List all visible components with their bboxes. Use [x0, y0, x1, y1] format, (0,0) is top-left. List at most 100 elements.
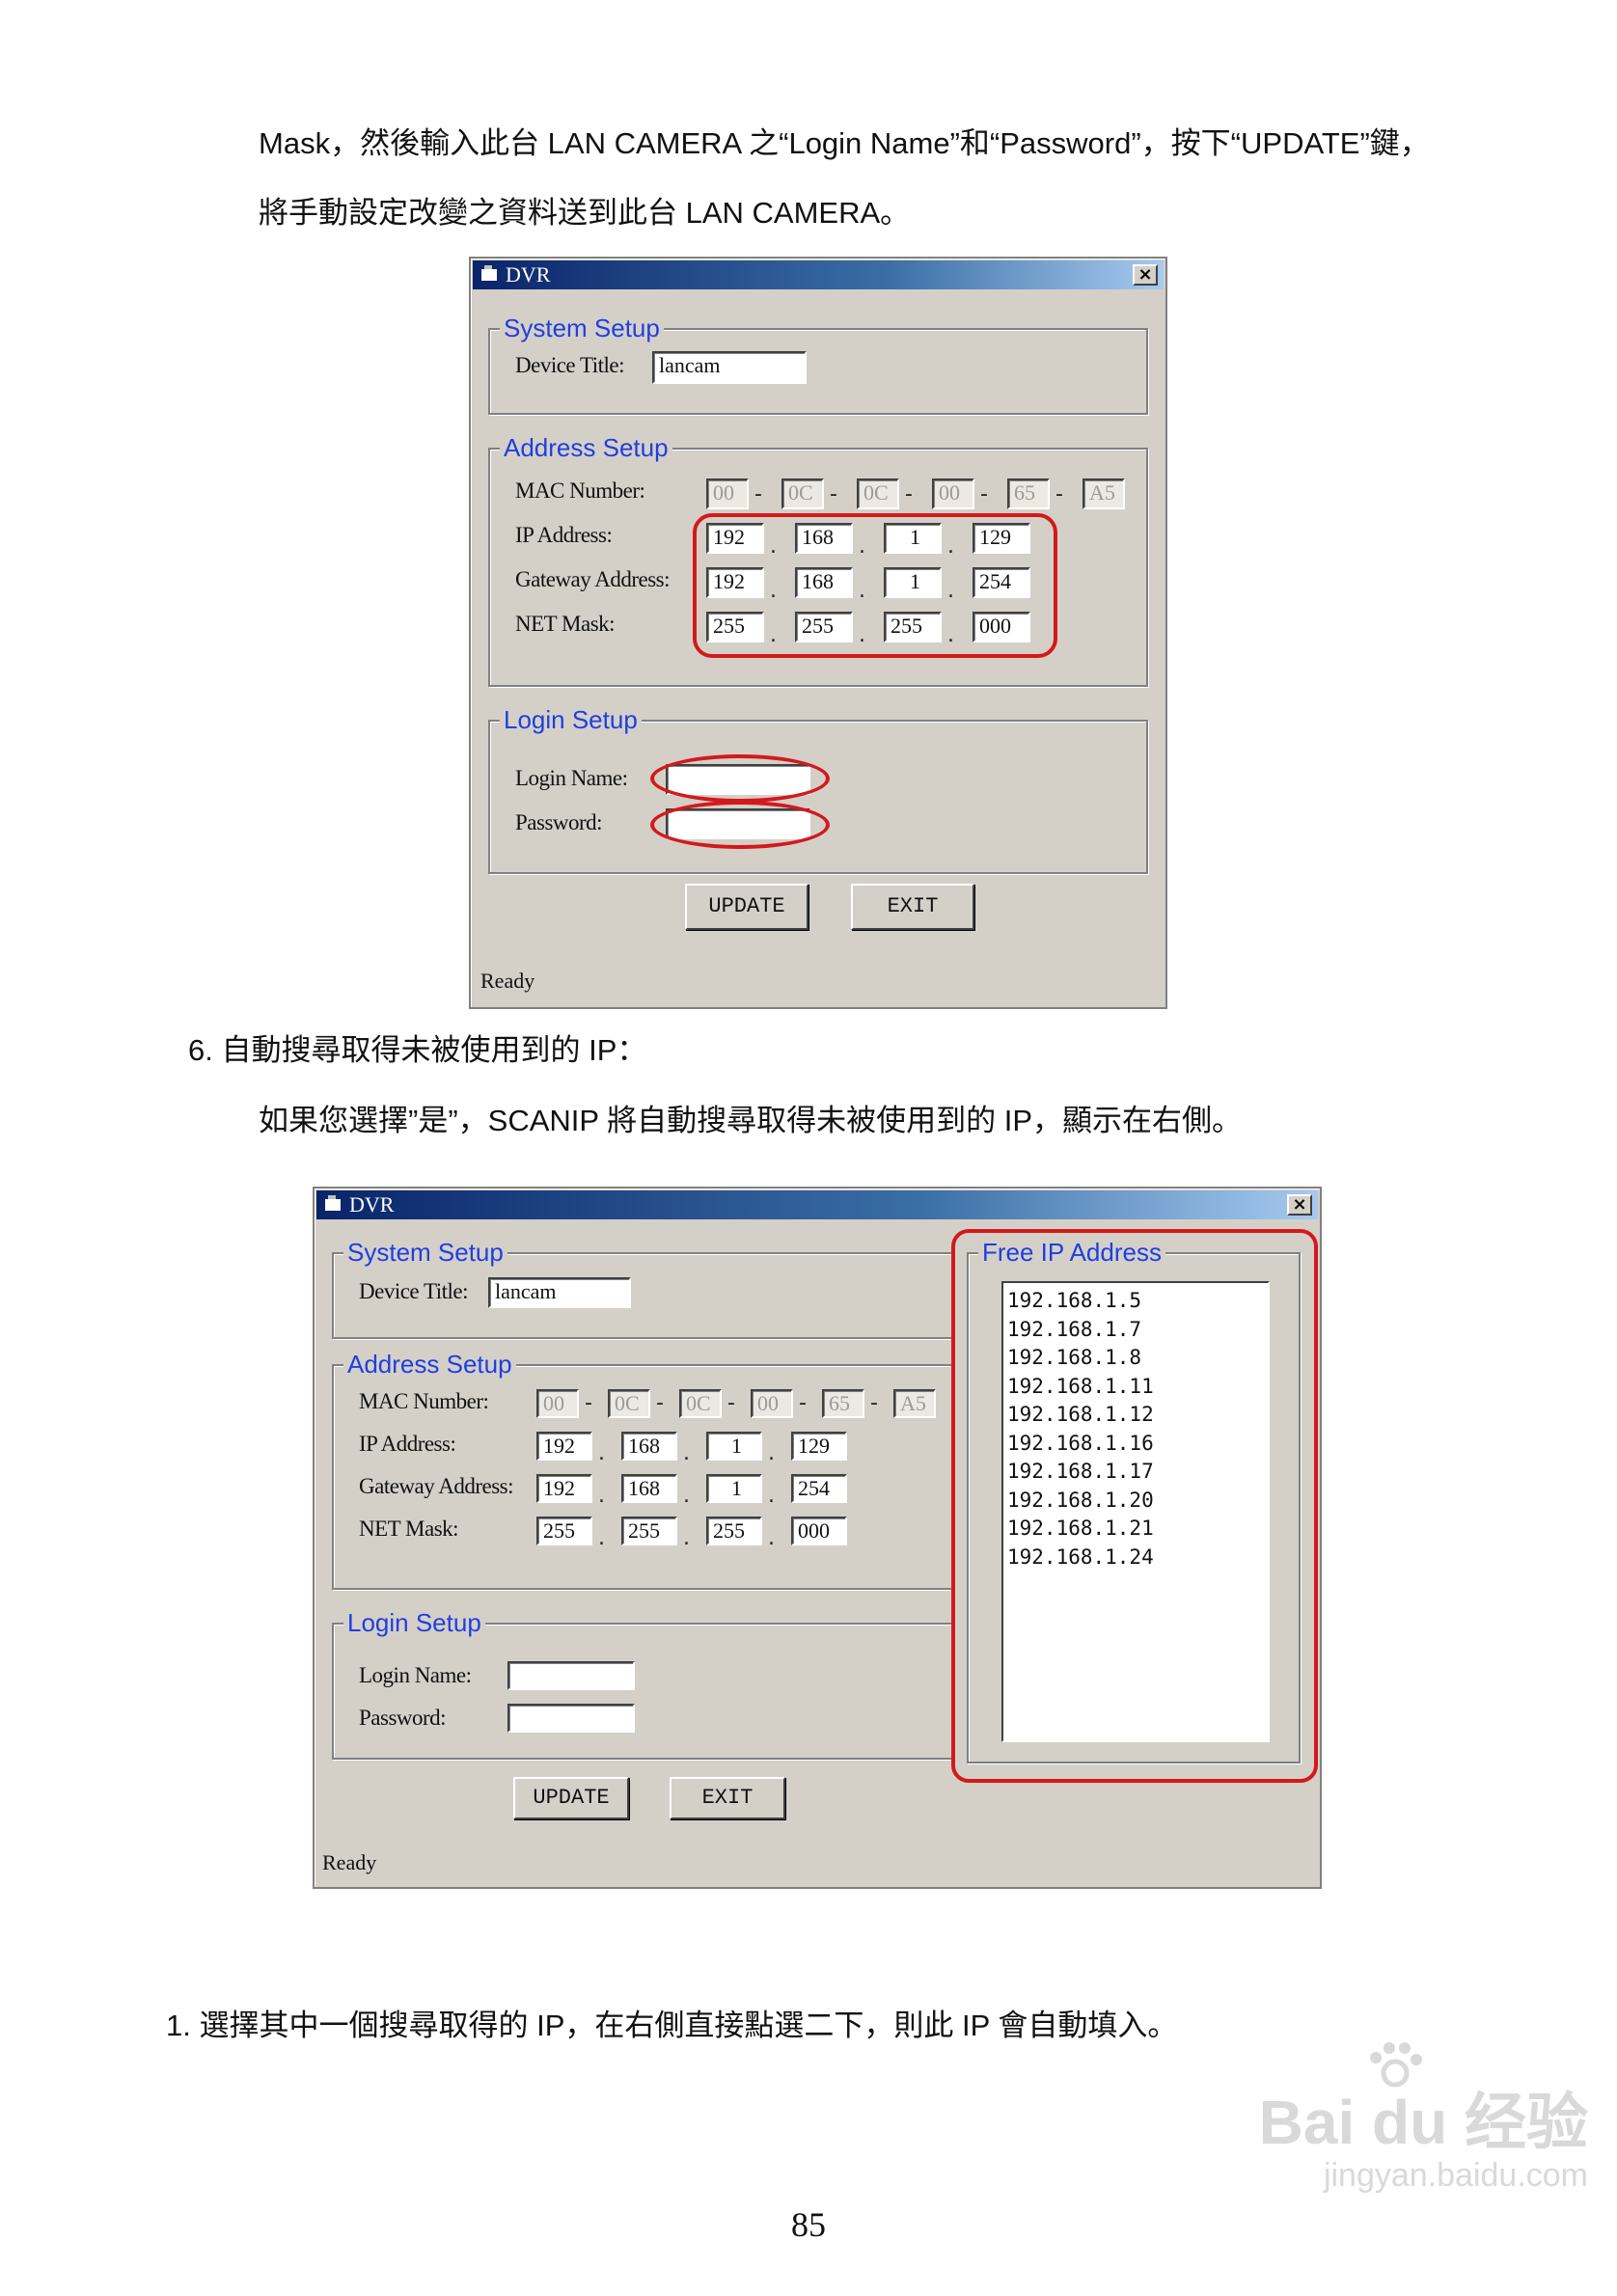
password-label: Password:	[515, 810, 603, 834]
mac-field-3: 0C	[857, 478, 899, 509]
netmask-field-2[interactable]: 255	[621, 1517, 677, 1545]
netmask-label: NET Mask:	[359, 1517, 459, 1541]
mac-label: MAC Number:	[359, 1389, 489, 1413]
login-name-highlight	[650, 754, 830, 803]
device-title-input[interactable]: lancam	[652, 351, 807, 384]
exit-button[interactable]: EXIT	[670, 1777, 785, 1819]
mac-field-2: 0C	[781, 478, 824, 509]
paragraph-scanip: 如果您選擇”是”，SCANIP 將自動搜尋取得未被使用到的 IP，顯示在右側。	[259, 1104, 1243, 1137]
login-setup-legend: Login Setup	[343, 1608, 485, 1637]
mac-field-4: 00	[751, 1389, 793, 1418]
ip-dot: .	[598, 1441, 605, 1465]
ip-label: IP Address:	[359, 1432, 456, 1456]
netmask-dot: .	[598, 1526, 605, 1550]
mac-dash: -	[905, 482, 913, 506]
paw-icon	[1259, 2042, 1588, 2089]
exit-button[interactable]: EXIT	[851, 884, 974, 930]
watermark-url: jingyan.baidu.com	[1323, 2157, 1588, 2194]
status-text: Ready	[322, 1850, 377, 1874]
password-input[interactable]	[507, 1704, 635, 1733]
gateway-field-2[interactable]: 168	[621, 1474, 677, 1503]
section-6-heading: 6. 自動搜尋取得未被使用到的 IP：	[188, 1033, 647, 1067]
ip-field-1[interactable]: 192	[536, 1432, 592, 1461]
close-button[interactable]: ×	[1287, 1194, 1312, 1216]
netmask-field-4[interactable]: 000	[791, 1517, 847, 1545]
address-setup-legend: Address Setup	[343, 1350, 516, 1379]
system-setup-group: System Setup Device Title: lancam	[488, 314, 1148, 415]
mac-dash: -	[799, 1391, 807, 1415]
title-bar: DVR ×	[316, 1190, 1318, 1219]
watermark-brand: Bai du 经验	[1258, 2088, 1588, 2157]
password-label: Password:	[359, 1706, 447, 1730]
paw-icon-svg	[1370, 2042, 1422, 2088]
gateway-dot: .	[598, 1484, 605, 1508]
update-button[interactable]: UPDATE	[513, 1777, 629, 1819]
mac-field-5: 65	[822, 1389, 864, 1418]
mac-dash: -	[1055, 482, 1063, 506]
gateway-dot: .	[683, 1484, 690, 1508]
device-title-label: Device Title:	[515, 353, 624, 377]
device-title-label: Device Title:	[359, 1279, 468, 1303]
mac-dash: -	[727, 1391, 735, 1415]
netmask-field-3[interactable]: 255	[706, 1517, 762, 1545]
netmask-label: NET Mask:	[515, 612, 616, 636]
baidu-watermark: Bai du 经验 jingyan.baidu.com	[1258, 2042, 1588, 2195]
login-name-input[interactable]	[507, 1661, 635, 1690]
system-setup-legend: System Setup	[343, 1238, 507, 1267]
ip-field-4[interactable]: 129	[791, 1432, 847, 1461]
address-setup-legend: Address Setup	[500, 433, 672, 462]
ip-dot: .	[683, 1441, 690, 1465]
app-icon	[480, 265, 498, 282]
mac-dash: -	[754, 482, 762, 506]
login-name-label: Login Name:	[359, 1663, 472, 1687]
address-highlight	[693, 513, 1057, 658]
mac-dash: -	[830, 482, 837, 506]
dvr-dialog-1: DVR × System Setup Device Title: lancam …	[469, 257, 1167, 1009]
mac-field-1: 00	[536, 1389, 579, 1418]
address-setup-group: Address Setup MAC Number: IP Address: Ga…	[332, 1350, 953, 1590]
address-setup-group: Address Setup MAC Number: IP Address: Ga…	[488, 433, 1148, 687]
system-setup-legend: System Setup	[500, 314, 664, 342]
password-highlight	[650, 801, 830, 849]
mac-dash: -	[980, 482, 988, 506]
system-setup-group: System Setup Device Title: lancam	[332, 1238, 953, 1339]
gateway-field-3[interactable]: 1	[706, 1474, 762, 1503]
gateway-label: Gateway Address:	[515, 567, 671, 591]
gateway-field-1[interactable]: 192	[536, 1474, 592, 1503]
netmask-dot: .	[768, 1526, 775, 1550]
ip-dot: .	[768, 1441, 775, 1465]
login-name-label: Login Name:	[515, 766, 628, 790]
step-1-text: 1. 選擇其中一個搜尋取得的 IP，在右側直接點選二下，則此 IP 會自動填入。	[166, 2009, 1178, 2042]
ip-label: IP Address:	[515, 523, 613, 547]
mac-dash: -	[585, 1391, 592, 1415]
mac-dash: -	[656, 1391, 664, 1415]
mac-field-1: 00	[706, 478, 749, 509]
mac-dash: -	[870, 1391, 878, 1415]
gateway-field-4[interactable]: 254	[791, 1474, 847, 1503]
mac-label: MAC Number:	[515, 478, 645, 503]
gateway-dot: .	[768, 1484, 775, 1508]
close-button[interactable]: ×	[1133, 264, 1158, 286]
login-setup-group: Login Setup Login Name: Password:	[332, 1608, 953, 1760]
mac-field-6: A5	[893, 1389, 936, 1418]
free-ip-highlight	[951, 1229, 1318, 1783]
mac-field-6: A5	[1083, 478, 1125, 509]
window-title: DVR	[506, 262, 551, 287]
device-title-input[interactable]: lancam	[488, 1277, 631, 1308]
paragraph-mask-login: Mask，然後輸入此台 LAN CAMERA 之“Login Name”和“Pa…	[259, 126, 1430, 160]
mac-field-2: 0C	[608, 1389, 650, 1418]
status-text: Ready	[480, 969, 535, 993]
login-setup-legend: Login Setup	[500, 705, 642, 734]
title-bar: DVR ×	[473, 260, 1164, 289]
ip-field-3[interactable]: 1	[706, 1432, 762, 1461]
window-title: DVR	[349, 1192, 395, 1216]
mac-field-5: 65	[1007, 478, 1050, 509]
update-button[interactable]: UPDATE	[685, 884, 808, 930]
paragraph-send-data: 將手動設定改變之資料送到此台 LAN CAMERA。	[259, 196, 911, 230]
app-icon	[324, 1195, 342, 1212]
mac-field-3: 0C	[679, 1389, 722, 1418]
netmask-dot: .	[683, 1526, 690, 1550]
ip-field-2[interactable]: 168	[621, 1432, 677, 1461]
netmask-field-1[interactable]: 255	[536, 1517, 592, 1545]
dvr-dialog-2: DVR × System Setup Device Title: lancam …	[313, 1187, 1322, 1889]
